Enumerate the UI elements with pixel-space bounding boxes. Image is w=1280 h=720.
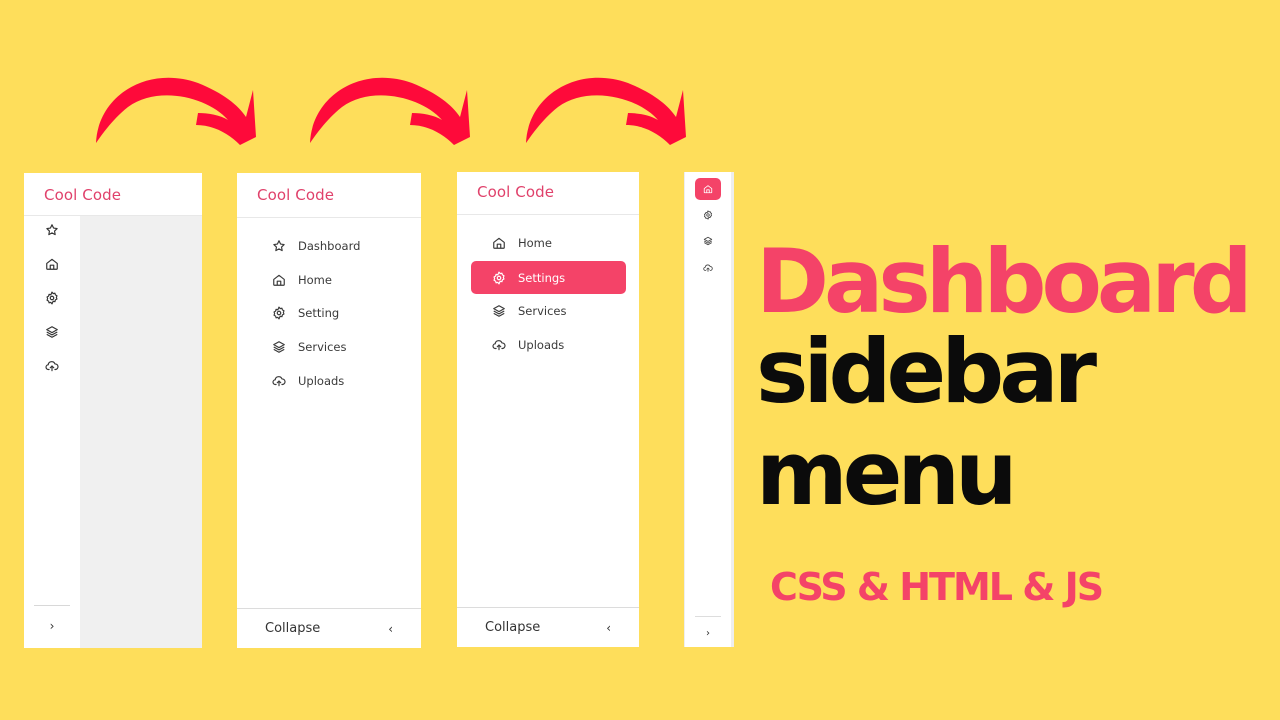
home-icon xyxy=(45,257,59,271)
cloud-upload-icon xyxy=(45,359,59,373)
sidebar-item-uploads[interactable]: Uploads xyxy=(272,374,344,388)
footer-divider xyxy=(695,616,721,617)
sidebar-item-settings[interactable] xyxy=(45,291,59,305)
home-icon xyxy=(703,184,713,194)
sidebar-item-label: Setting xyxy=(298,306,340,320)
content-area xyxy=(80,216,202,648)
footer-divider xyxy=(34,605,70,606)
home-icon xyxy=(492,236,506,250)
sidebar-item-label: Uploads xyxy=(298,374,345,388)
sidebar-expanded: Cool Code Dashboard Home Setting Service… xyxy=(237,173,421,648)
sidebar-expanded-active: Cool Code Home Settings Services Uploads… xyxy=(457,172,639,647)
star-icon xyxy=(272,239,286,253)
brand-logo: Cool Code xyxy=(257,186,335,204)
chevron-left-icon: ‹ xyxy=(388,621,393,636)
sidebar-mini: › xyxy=(684,172,734,647)
sidebar-item-setting[interactable]: Setting xyxy=(272,306,339,320)
home-icon xyxy=(272,273,286,287)
sidebar-item-label: Uploads xyxy=(518,338,565,352)
cloud-upload-icon xyxy=(492,338,506,352)
cloud-upload-icon xyxy=(703,263,713,273)
sidebar-item-uploads[interactable] xyxy=(45,359,59,373)
gear-icon xyxy=(45,291,59,305)
sidebar-item-label: Services xyxy=(298,340,347,354)
sidebar-item-settings-active[interactable]: Settings xyxy=(471,261,626,294)
collapse-button[interactable]: Collapse ‹ xyxy=(457,607,639,647)
chevron-right-icon: › xyxy=(706,627,710,639)
sidebar-item-home-active[interactable] xyxy=(695,178,721,200)
sidebar-item-home[interactable] xyxy=(45,257,59,271)
sidebar-item-services[interactable] xyxy=(703,236,713,246)
sidebar-item-dashboard[interactable] xyxy=(45,223,59,237)
header-divider xyxy=(457,214,639,215)
expand-button[interactable]: › xyxy=(693,624,723,642)
sidebar-item-home[interactable]: Home xyxy=(272,273,332,287)
collapse-button[interactable]: Collapse ‹ xyxy=(237,608,421,648)
headline-sidebar: sidebar xyxy=(756,320,1097,423)
sidebar-item-services[interactable] xyxy=(45,325,59,339)
layers-icon xyxy=(272,340,286,354)
sidebar-item-label: Settings xyxy=(518,270,566,285)
sidebar-item-settings[interactable] xyxy=(703,210,713,220)
sidebar-collapsed-preview: Cool Code › xyxy=(24,173,202,648)
sidebar-item-label: Dashboard xyxy=(298,239,361,253)
collapse-label: Collapse xyxy=(485,620,541,635)
expand-button[interactable]: › xyxy=(24,613,80,639)
headline-subtitle: CSS & HTML & JS xyxy=(770,565,1104,609)
sidebar-item-label: Home xyxy=(298,273,332,287)
arrow-icon xyxy=(310,77,470,145)
layers-icon xyxy=(492,304,506,318)
headline-menu: menu xyxy=(756,422,1018,525)
gear-icon xyxy=(492,271,506,285)
sidebar-item-services[interactable]: Services xyxy=(492,304,567,318)
sidebar-item-dashboard[interactable]: Dashboard xyxy=(272,239,360,253)
gear-icon xyxy=(703,210,713,220)
header-divider xyxy=(237,217,421,218)
layers-icon xyxy=(703,236,713,246)
chevron-left-icon: ‹ xyxy=(606,620,611,635)
layers-icon xyxy=(45,325,59,339)
sidebar-item-uploads[interactable]: Uploads xyxy=(492,338,564,352)
arrow-icon xyxy=(96,77,256,145)
brand-logo: Cool Code xyxy=(44,186,122,204)
collapse-label: Collapse xyxy=(265,621,321,636)
gear-icon xyxy=(272,306,286,320)
headline-dashboard: Dashboard xyxy=(756,230,1253,333)
chevron-right-icon: › xyxy=(49,619,55,633)
star-icon xyxy=(45,223,59,237)
sidebar-item-uploads[interactable] xyxy=(703,263,713,273)
sidebar-item-label: Home xyxy=(518,236,552,250)
sidebar-item-home[interactable]: Home xyxy=(492,236,552,250)
cloud-upload-icon xyxy=(272,374,286,388)
arrow-icon xyxy=(526,77,686,145)
sidebar-item-services[interactable]: Services xyxy=(272,340,347,354)
brand-logo: Cool Code xyxy=(477,183,555,201)
sidebar-item-label: Services xyxy=(518,304,567,318)
